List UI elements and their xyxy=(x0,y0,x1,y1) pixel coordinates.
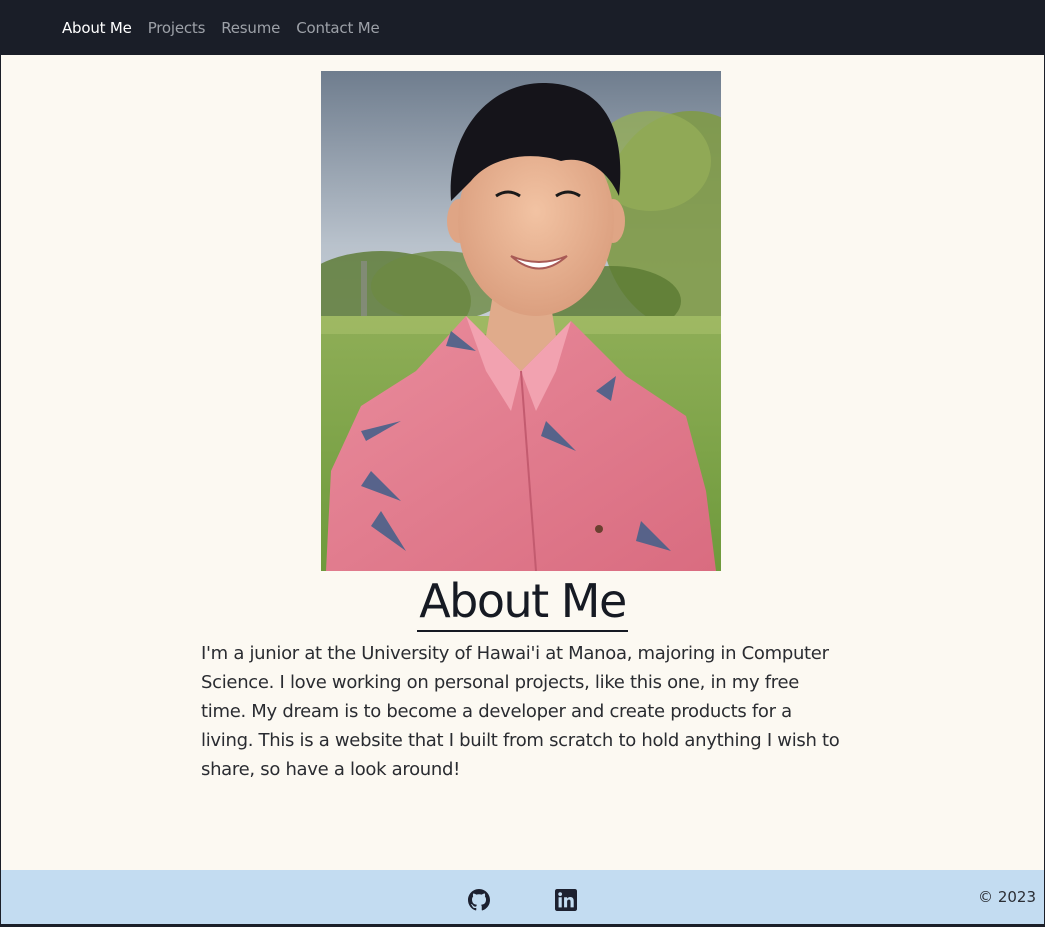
footer: © 2023 xyxy=(1,870,1044,924)
top-navbar: About Me Projects Resume Contact Me xyxy=(0,0,1045,55)
nav-links: About Me Projects Resume Contact Me xyxy=(62,0,380,55)
about-me-heading: About Me xyxy=(1,572,1044,632)
nav-link-contact-me[interactable]: Contact Me xyxy=(296,19,380,37)
github-icon[interactable] xyxy=(468,889,490,911)
linkedin-icon[interactable] xyxy=(555,889,577,911)
nav-link-about-me[interactable]: About Me xyxy=(62,19,132,37)
nav-link-resume[interactable]: Resume xyxy=(221,19,280,37)
heading-text: About Me xyxy=(417,572,628,632)
main-content: About Me I'm a junior at the University … xyxy=(1,55,1044,870)
copyright-text: © 2023 xyxy=(978,888,1036,906)
bio-paragraph: I'm a junior at the University of Hawai'… xyxy=(201,643,840,780)
profile-photo xyxy=(321,71,721,571)
nav-link-projects[interactable]: Projects xyxy=(148,19,206,37)
